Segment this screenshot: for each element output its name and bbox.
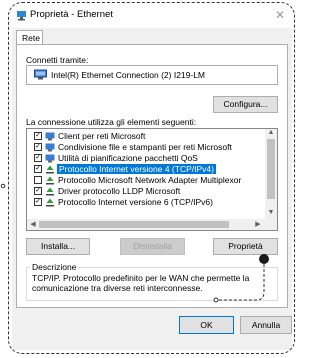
network-client-icon (45, 132, 55, 141)
list-item[interactable]: ✓ Client per reti Microsoft (27, 131, 265, 142)
items-label: La connessione utilizza gli elementi seg… (26, 117, 197, 127)
scroll-left-icon[interactable]: ◀ (28, 219, 38, 230)
scroll-corner (265, 219, 277, 230)
install-button[interactable]: Installa... (26, 238, 90, 255)
connect-via-label: Connetti tramite: (26, 55, 89, 65)
list-item-selected[interactable]: ✓ Protocollo Internet versione 4 (TCP/IP… (27, 164, 265, 175)
scroll-down-icon[interactable]: ▼ (265, 209, 277, 219)
list-item[interactable]: ✓ Protocollo Internet versione 6 (TCP/IP… (27, 197, 265, 208)
scroll-up-icon[interactable]: ▲ (265, 129, 277, 139)
network-service-icon (45, 154, 55, 163)
scroll-right-icon[interactable]: ▶ (253, 219, 263, 230)
properties-button[interactable]: Proprietà (213, 238, 278, 255)
protocol-icon (46, 198, 54, 207)
ok-button[interactable]: OK (179, 316, 234, 334)
tab-rete[interactable]: Rete (16, 30, 43, 44)
horizontal-scroll-thumb[interactable] (39, 221, 229, 228)
item-label: Condivisione file e stampanti per reti M… (58, 142, 232, 152)
outline-marker (0, 183, 6, 189)
vertical-scroll-thumb[interactable] (267, 139, 275, 199)
checkbox[interactable]: ✓ (34, 165, 42, 173)
item-label: Driver protocollo LLDP Microsoft (58, 186, 181, 196)
item-label: Protocollo Internet versione 4 (TCP/IPv4… (57, 164, 216, 174)
list-item[interactable]: ✓ Driver protocollo LLDP Microsoft (27, 186, 265, 197)
configure-button[interactable]: Configura... (213, 96, 278, 113)
network-adapter-icon (34, 69, 47, 80)
list-item[interactable]: ✓ Utilità di pianificazione pacchetti Qo… (27, 153, 265, 164)
description-text: TCP/IP. Protocollo predefinito per le WA… (32, 273, 250, 293)
checkbox[interactable]: ✓ (34, 198, 42, 206)
protocol-icon (46, 187, 54, 196)
item-label: Client per reti Microsoft (58, 131, 146, 141)
close-button[interactable]: ✕ (270, 6, 290, 24)
uninstall-button[interactable]: Disinstalla (120, 238, 185, 255)
adapter-name: Intel(R) Ethernet Connection (2) I219-LM (51, 70, 206, 80)
network-service-icon (45, 143, 55, 152)
protocol-icon (46, 165, 54, 174)
window-title: Proprietà - Ethernet (30, 9, 113, 20)
item-label: Utilità di pianificazione pacchetti QoS (58, 153, 198, 163)
list-item[interactable]: Protocollo Microsoft Network Adapter Mul… (27, 175, 265, 186)
network-icon (17, 11, 26, 21)
item-label: Protocollo Internet versione 6 (TCP/IPv6… (58, 197, 213, 207)
checkbox[interactable] (34, 176, 42, 184)
checkbox[interactable]: ✓ (34, 143, 42, 151)
item-label: Protocollo Microsoft Network Adapter Mul… (58, 175, 242, 185)
checkbox[interactable]: ✓ (34, 132, 42, 140)
list-item[interactable]: ✓ Condivisione file e stampanti per reti… (27, 142, 265, 153)
checkbox[interactable]: ✓ (34, 154, 42, 162)
description-legend: Descrizione (30, 262, 79, 272)
checkbox[interactable]: ✓ (34, 187, 42, 195)
protocol-icon (46, 176, 54, 185)
cancel-button[interactable]: Annulla (240, 316, 292, 334)
